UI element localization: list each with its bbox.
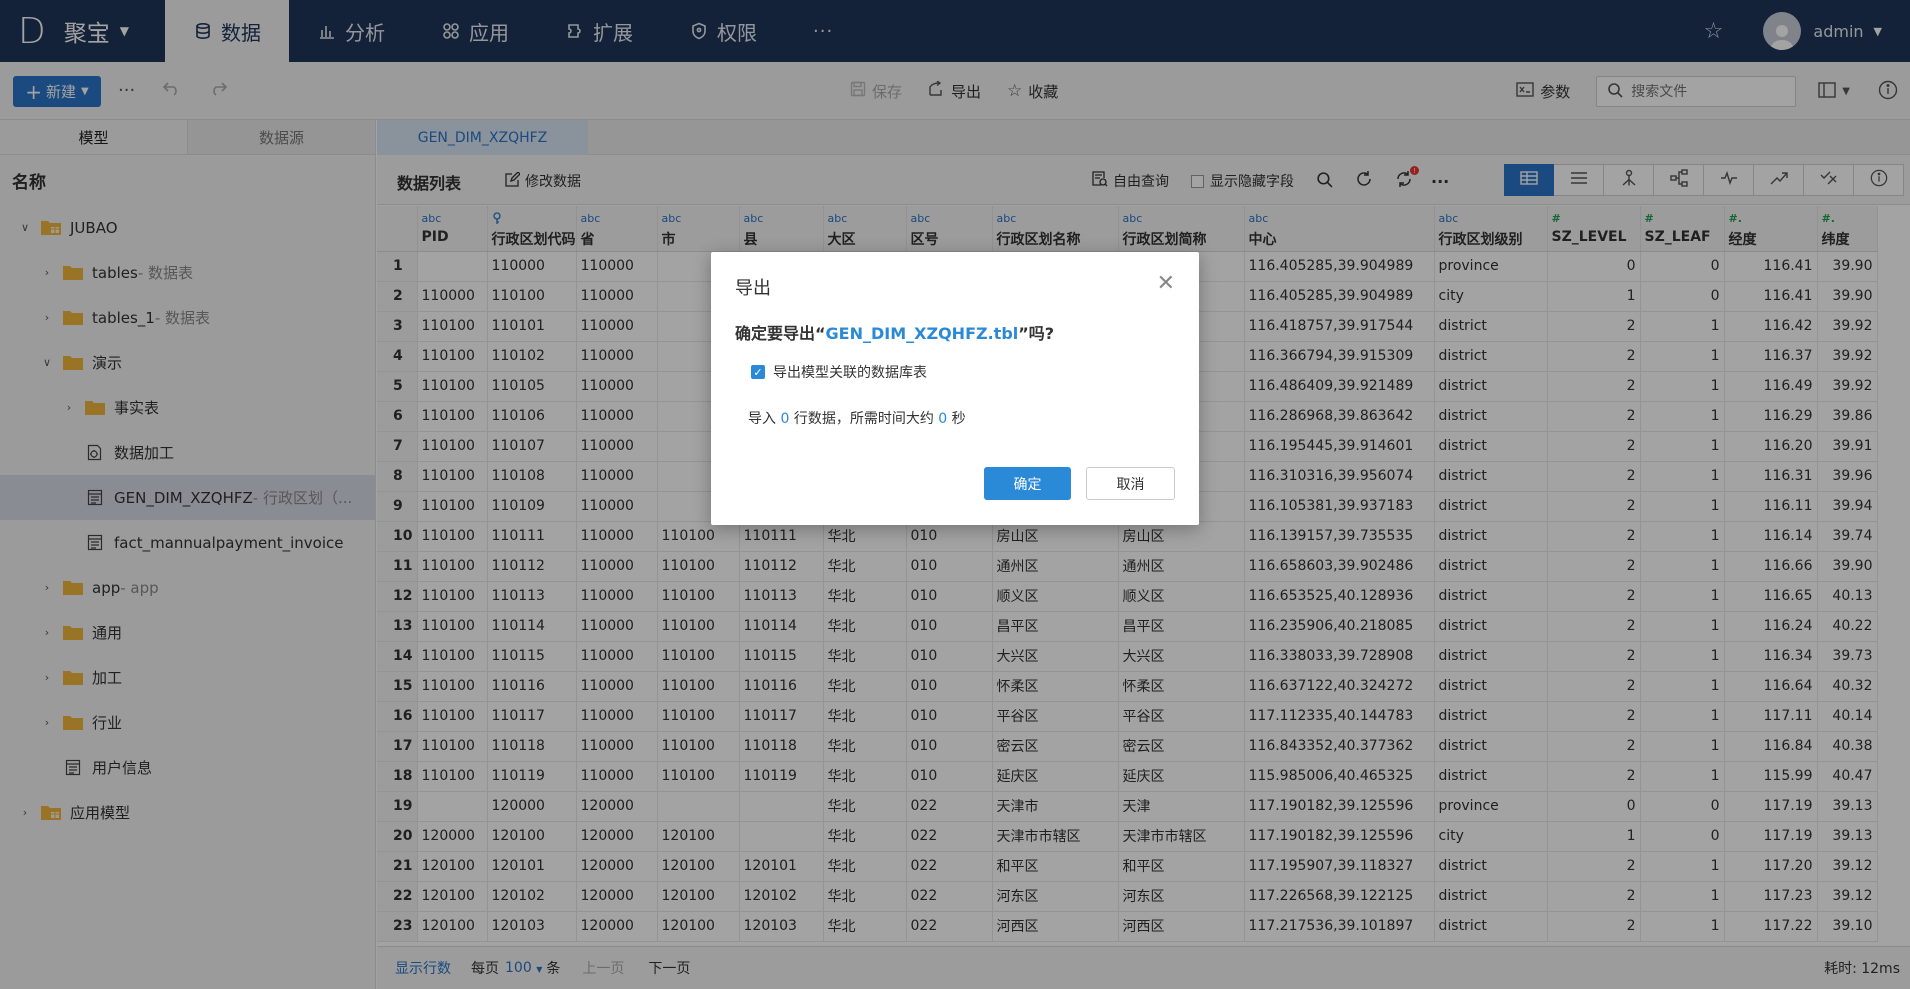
export-filename: GEN_DIM_XZQHFZ.tbl (825, 324, 1019, 343)
export-info: 导入 0 行数据，所需时间大约 0 秒 (748, 408, 966, 428)
question-suffix: ”吗? (1018, 324, 1055, 343)
cancel-button[interactable]: 取消 (1086, 467, 1175, 500)
dialog-title: 导出 (735, 278, 771, 299)
info-middle: 行数据，所需时间大约 (793, 411, 934, 427)
question-prefix: 确定要导出“ (735, 324, 826, 343)
info-suffix: 秒 (951, 411, 966, 427)
export-dialog: 导出 ✕ 确定要导出“GEN_DIM_XZQHFZ.tbl”吗? ✓ 导出模型关… (711, 252, 1199, 525)
info-prefix: 导入 (748, 411, 776, 427)
checkbox-checked-icon: ✓ (751, 365, 765, 379)
checkbox-label: 导出模型关联的数据库表 (773, 365, 927, 381)
export-related-tables-checkbox[interactable]: ✓ 导出模型关联的数据库表 (751, 362, 927, 382)
close-icon[interactable]: ✕ (1157, 273, 1175, 295)
confirm-button[interactable]: 确定 (984, 467, 1071, 500)
info-row-count: 0 (780, 411, 790, 427)
export-question: 确定要导出“GEN_DIM_XZQHFZ.tbl”吗? (735, 320, 1054, 344)
info-seconds: 0 (938, 411, 948, 427)
